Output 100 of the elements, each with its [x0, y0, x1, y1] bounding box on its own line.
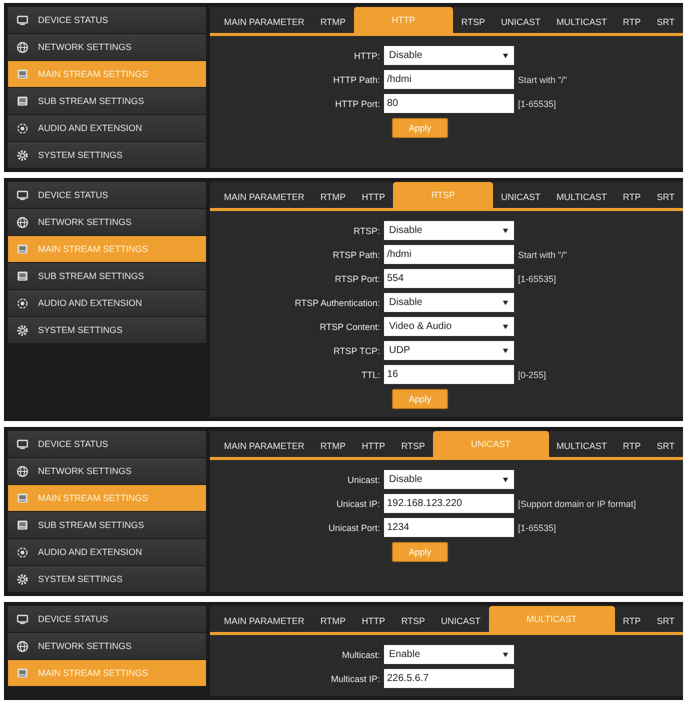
tab[interactable]: RTP — [614, 435, 649, 457]
caret-icon — [502, 476, 509, 483]
field-label: Unicast: — [346, 474, 380, 484]
tab[interactable]: RTP — [614, 186, 649, 208]
screen-icon — [16, 68, 29, 80]
sidebar-item[interactable]: NETWORK SETTINGS — [8, 458, 206, 484]
tab[interactable]: MAIN PARAMETER — [216, 435, 312, 457]
sidebar-item[interactable]: NETWORK SETTINGS — [8, 34, 206, 60]
input-field[interactable]: 226.5.6.7 — [384, 669, 514, 688]
input-field[interactable]: 192.168.123.220 — [384, 494, 514, 513]
tab[interactable]: SRT — [648, 610, 683, 632]
input-field[interactable]: /hdmi — [384, 70, 514, 89]
field-label: RTSP Path: — [332, 250, 380, 260]
field-label: Unicast IP: — [335, 498, 380, 508]
screen-icon — [16, 492, 29, 504]
caret-icon — [502, 323, 509, 330]
sidebar-item[interactable]: DEVICE STATUS — [8, 182, 206, 208]
input-field[interactable]: 554 — [384, 269, 514, 288]
sidebar-item[interactable]: SUB STREAM SETTINGS — [8, 88, 206, 114]
dropdown[interactable]: Disable — [384, 293, 514, 312]
sidebar-item[interactable]: DEVICE STATUS — [8, 606, 206, 632]
field-label: RTSP Authentication: — [294, 298, 380, 308]
sidebar-item[interactable]: DEVICE STATUS — [8, 7, 206, 33]
gear-icon — [16, 572, 29, 586]
dial-icon — [16, 296, 29, 310]
sidebar-item[interactable]: AUDIO AND EXTENSION — [8, 539, 206, 565]
tab[interactable]: RTMP — [312, 186, 354, 208]
sidebar-item[interactable]: AUDIO AND EXTENSION — [8, 115, 206, 141]
dropdown[interactable]: Disable — [384, 46, 514, 65]
tab[interactable]: RTSP — [393, 610, 434, 632]
input-field[interactable]: /hdmi — [384, 245, 514, 264]
tab[interactable]: RTMP — [312, 11, 354, 33]
field-hint: Start with "/" — [518, 74, 568, 84]
sidebar-item[interactable]: SYSTEM SETTINGS — [8, 317, 206, 343]
input-field[interactable]: 1234 — [384, 518, 514, 537]
dropdown[interactable]: UDP — [384, 341, 514, 360]
sidebar-item[interactable]: NETWORK SETTINGS — [8, 633, 206, 659]
field-label: RTSP Content: — [318, 322, 380, 332]
screen-icon — [16, 94, 29, 108]
dropdown[interactable]: Disable — [384, 221, 514, 240]
monitor-icon — [16, 612, 29, 626]
tab[interactable]: MAIN PARAMETER — [216, 11, 312, 33]
dropdown[interactable]: Video & Audio — [384, 317, 514, 336]
caret-icon — [502, 299, 509, 306]
field-label: RTSP: — [352, 226, 380, 236]
sidebar-item[interactable]: DEVICE STATUS — [8, 431, 206, 457]
field-label: HTTP Path: — [332, 74, 380, 84]
tab[interactable]: UNICAST — [493, 11, 549, 33]
input-field[interactable]: 80 — [384, 94, 514, 113]
field-hint: [1-65535] — [518, 522, 558, 532]
tab[interactable]: MAIN PARAMETER — [216, 186, 312, 208]
tab[interactable]: HTTP — [354, 435, 394, 457]
globe-icon — [16, 640, 29, 652]
gear-icon — [16, 148, 29, 162]
sidebar-item[interactable]: NETWORK SETTINGS — [8, 209, 206, 235]
tab[interactable]: RTP — [614, 11, 649, 33]
field-label: Multicast IP: — [330, 674, 380, 684]
globe-icon — [16, 464, 29, 478]
tab[interactable]: HTTP — [354, 186, 394, 208]
monitor-icon — [16, 188, 29, 202]
field-label: Unicast Port: — [327, 522, 380, 532]
screen-icon — [16, 270, 29, 282]
field-label: HTTP Port: — [334, 98, 380, 108]
tab[interactable]: RTSP — [393, 435, 434, 457]
tab[interactable]: MULTICAST — [548, 11, 615, 33]
tab[interactable]: RTSP — [453, 11, 494, 33]
field-hint: [0-255] — [518, 370, 548, 380]
sidebar-item[interactable]: SYSTEM SETTINGS — [8, 142, 206, 168]
tab[interactable]: RTMP — [312, 610, 354, 632]
caret-icon — [502, 227, 509, 234]
caret-icon — [502, 651, 509, 658]
tab[interactable]: UNICAST — [433, 610, 489, 632]
tab[interactable]: MULTICAST — [548, 435, 615, 457]
field-label: RTSP TCP: — [332, 346, 380, 356]
tab[interactable]: HTTP — [354, 610, 394, 632]
caret-icon — [502, 52, 509, 59]
screen-icon — [16, 518, 29, 532]
screen-icon — [16, 242, 29, 256]
tab[interactable]: SRT — [648, 186, 683, 208]
globe-icon — [16, 216, 29, 228]
dropdown[interactable]: Enable — [384, 645, 514, 664]
field-hint: Start with "/" — [518, 250, 568, 260]
dropdown[interactable]: Disable — [384, 470, 514, 489]
tab[interactable]: UNICAST — [493, 186, 549, 208]
sidebar-item[interactable]: SUB STREAM SETTINGS — [8, 512, 206, 538]
sidebar-item[interactable]: SUB STREAM SETTINGS — [8, 263, 206, 289]
tab[interactable]: RTMP — [312, 435, 354, 457]
tab[interactable]: SRT — [648, 435, 683, 457]
tab[interactable]: MAIN PARAMETER — [216, 610, 312, 632]
field-label: TTL: — [360, 370, 380, 380]
sidebar-item[interactable]: SYSTEM SETTINGS — [8, 566, 206, 592]
monitor-icon — [16, 14, 29, 26]
field-label: Multicast: — [340, 650, 380, 660]
field-hint: [Support domain or IP format] — [518, 498, 637, 508]
tab[interactable]: RTP — [614, 610, 649, 632]
sidebar-item[interactable]: AUDIO AND EXTENSION — [8, 290, 206, 316]
monitor-icon — [16, 438, 29, 450]
input-field[interactable]: 16 — [384, 365, 514, 384]
tab[interactable]: SRT — [648, 11, 683, 33]
tab[interactable]: MULTICAST — [548, 186, 615, 208]
